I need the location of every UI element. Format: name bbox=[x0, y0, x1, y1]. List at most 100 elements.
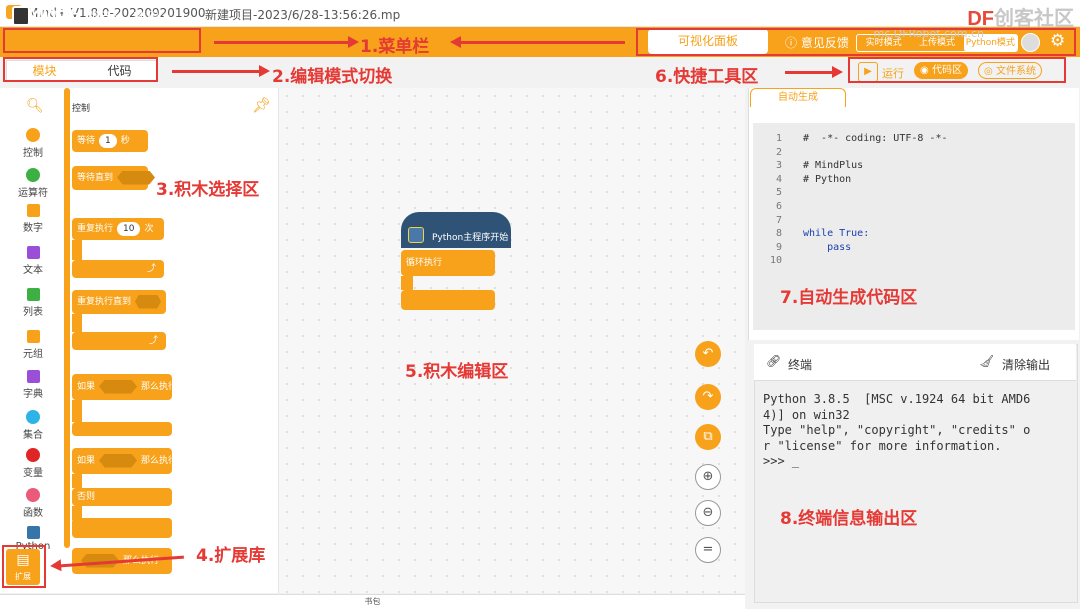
zoom-reset-icon[interactable]: = bbox=[695, 537, 721, 563]
category-label: 变量 bbox=[23, 468, 43, 479]
block-if-then-else[interactable]: 如果 那么执行 bbox=[72, 448, 177, 474]
code-line-number: 9 bbox=[775, 241, 782, 253]
category-icon bbox=[26, 168, 40, 182]
terminal-icon: 🔗︎ bbox=[766, 354, 782, 368]
category-item[interactable]: 字典 bbox=[0, 370, 66, 400]
annotation-8: 8.终端信息输出区 bbox=[780, 509, 918, 529]
annotation-box-extension bbox=[2, 545, 46, 588]
category-icon bbox=[26, 204, 40, 217]
category-item[interactable]: 函数 bbox=[0, 488, 66, 519]
category-label: 数字 bbox=[23, 223, 43, 234]
block-if-else-end[interactable] bbox=[72, 518, 172, 538]
terminal-line: >>> _ bbox=[763, 454, 800, 468]
annotation-1: 1.菜单栏 bbox=[360, 37, 430, 57]
zoom-out-icon[interactable]: ⊖ bbox=[695, 500, 721, 526]
category-item[interactable]: 文本 bbox=[0, 246, 66, 276]
block-wait-until[interactable]: 等待直到 bbox=[72, 166, 156, 190]
annotation-6: 6.快捷工具区 bbox=[655, 67, 759, 87]
annotation-box-menubar bbox=[3, 28, 201, 53]
block-repeat[interactable]: 重复执行 10 次 bbox=[72, 218, 164, 240]
category-item[interactable]: 集合 bbox=[0, 410, 66, 441]
category-label: 控制 bbox=[23, 148, 43, 159]
terminal-title: 终端 bbox=[788, 358, 813, 372]
block-repeat-end[interactable]: ⤴ bbox=[72, 260, 164, 278]
category-icon bbox=[26, 128, 40, 142]
category-item[interactable]: 数字 bbox=[0, 204, 66, 234]
code-line-number: 10 bbox=[769, 255, 782, 267]
block-if-then-end[interactable] bbox=[72, 422, 172, 436]
undo-icon[interactable]: ↶ bbox=[695, 341, 721, 367]
code-line-number: 5 bbox=[775, 187, 782, 199]
annotation-arrow-1a bbox=[214, 36, 359, 48]
clear-output-button[interactable]: 清除输出 bbox=[1002, 356, 1050, 373]
category-label: 字典 bbox=[23, 389, 43, 400]
annotation-box-quicktools bbox=[848, 57, 1066, 83]
menu-project[interactable]: 项目 ▾ bbox=[85, 7, 122, 26]
category-icon bbox=[26, 448, 40, 462]
block-repeat-until[interactable]: 重复执行直到 bbox=[72, 290, 166, 314]
zoom-in-icon[interactable]: ⊕ bbox=[695, 464, 721, 490]
clear-icon[interactable]: 🧹︎ bbox=[979, 354, 994, 368]
crop-icon[interactable]: ⧉ bbox=[695, 424, 721, 450]
category-item[interactable]: 运算符 bbox=[0, 168, 66, 199]
brand-logo: Mind+ bbox=[28, 6, 79, 22]
project-name: 新建项目-2023/6/28-13:56:26.mp bbox=[205, 8, 401, 22]
category-item[interactable]: 元组 bbox=[0, 330, 66, 360]
terminal-header: 🔗︎ 终端 🧹︎ 清除输出 bbox=[754, 344, 1076, 381]
code-line: while True: bbox=[803, 228, 870, 240]
palette-section-title: 控制 bbox=[72, 104, 91, 114]
category-icon bbox=[26, 330, 40, 343]
code-line-number: 3 bbox=[775, 160, 782, 172]
block-repeat-until-end[interactable]: ⤴ bbox=[72, 332, 166, 350]
block-else[interactable]: 否则 bbox=[72, 488, 172, 506]
code-line-number: 1 bbox=[775, 133, 782, 144]
category-label: 函数 bbox=[23, 508, 43, 519]
category-icon bbox=[26, 288, 40, 301]
terminal-line: r "license" for more information. bbox=[763, 438, 1002, 453]
category-item[interactable]: 控制 bbox=[0, 128, 66, 159]
search-icon[interactable]: 🔍︎ bbox=[26, 98, 44, 114]
code-line-number: 8 bbox=[775, 228, 782, 240]
python-icon bbox=[408, 227, 424, 243]
terminal-panel bbox=[754, 344, 1078, 603]
category-label: 元组 bbox=[23, 349, 43, 360]
code-line-number: 4 bbox=[775, 173, 782, 185]
terminal-line: Type "help", "copyright", "credits" o bbox=[763, 423, 1031, 437]
code-line-number: 6 bbox=[775, 201, 782, 212]
annotation-arrow-6 bbox=[785, 66, 843, 78]
terminal-line: 4)] on win32 bbox=[763, 407, 850, 422]
backpack-bar[interactable]: 书包 bbox=[0, 594, 745, 609]
block-if-then[interactable]: 如果 那么执行 bbox=[72, 374, 177, 400]
category-icon bbox=[26, 526, 40, 539]
tab-autogen[interactable]: 自动生成 bbox=[750, 88, 846, 107]
palette-scrollbar[interactable] bbox=[64, 88, 70, 548]
annotation-7: 7.自动生成代码区 bbox=[780, 288, 918, 308]
menu-tutorial[interactable]: 教程 ▾ bbox=[133, 7, 170, 26]
category-icon bbox=[26, 370, 40, 383]
code-line-number: 2 bbox=[775, 146, 782, 158]
category-label: 运算符 bbox=[18, 188, 48, 199]
terminal-line: Python 3.8.5 [MSC v.1924 64 bit AMD6 bbox=[763, 392, 1031, 406]
annotation-box-editmode bbox=[3, 57, 158, 82]
annotation-arrow-1b bbox=[450, 36, 625, 48]
annotation-4: 4.扩展库 bbox=[196, 546, 266, 566]
loop-forever-block[interactable]: 循环执行 bbox=[401, 250, 495, 276]
code-line: # -*- coding: UTF-8 -*- bbox=[803, 133, 948, 144]
code-line: # MindPlus bbox=[803, 160, 864, 172]
block-wait[interactable]: 等待 1 秒 bbox=[72, 130, 148, 152]
category-icon bbox=[26, 410, 40, 424]
loop-forever-end[interactable] bbox=[401, 290, 495, 310]
code-line: # Python bbox=[803, 173, 852, 185]
category-label: 集合 bbox=[23, 430, 43, 441]
category-icon bbox=[26, 246, 40, 259]
code-line: pass bbox=[803, 241, 852, 253]
category-label: 文本 bbox=[23, 265, 43, 276]
redo-icon[interactable]: ↷ bbox=[695, 384, 721, 410]
pin-icon[interactable]: 📌︎ bbox=[252, 96, 271, 114]
annotation-arrow-2 bbox=[172, 65, 270, 77]
category-item[interactable]: 列表 bbox=[0, 288, 66, 318]
annotation-3: 3.积木选择区 bbox=[156, 180, 260, 200]
category-item[interactable]: 变量 bbox=[0, 448, 66, 479]
code-line-number: 7 bbox=[775, 214, 782, 226]
block-workspace[interactable] bbox=[279, 88, 745, 593]
